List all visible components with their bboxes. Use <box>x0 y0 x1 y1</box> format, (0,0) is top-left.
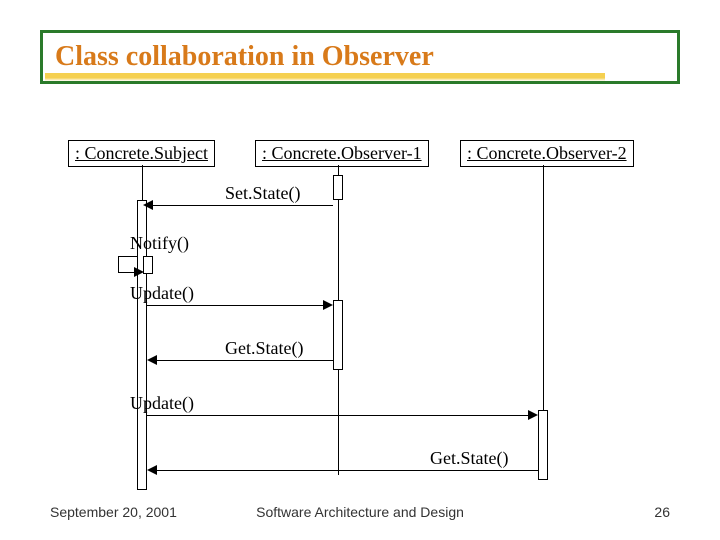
activation-subject-notify <box>143 256 153 274</box>
page-title: Class collaboration in Observer <box>55 41 665 73</box>
arrowhead-notify <box>134 267 144 277</box>
activation-observer2-update <box>538 410 548 480</box>
arrowhead-getstate1 <box>147 355 157 365</box>
activation-observer1-update <box>333 300 343 370</box>
activation-observer1-init <box>333 175 343 200</box>
arrowhead-update1 <box>323 300 333 310</box>
arrowhead-update2 <box>528 410 538 420</box>
arrow-getstate2 <box>157 470 538 471</box>
footer-center: Software Architecture and Design <box>0 504 720 520</box>
actor-subject: : Concrete.Subject <box>68 140 215 167</box>
footer-page: 26 <box>654 504 670 520</box>
arrow-setstate <box>153 205 333 206</box>
arrow-update2 <box>147 415 528 416</box>
arrowhead-setstate <box>143 200 153 210</box>
msg-setstate: Set.State() <box>225 183 300 204</box>
msg-update1: Update() <box>130 283 194 304</box>
notify-side <box>118 256 119 272</box>
actor-observer1: : Concrete.Observer-1 <box>255 140 429 167</box>
arrow-getstate1 <box>157 360 333 361</box>
arrowhead-getstate2 <box>147 465 157 475</box>
title-container: Class collaboration in Observer <box>40 30 680 84</box>
actor-observer2: : Concrete.Observer-2 <box>460 140 634 167</box>
msg-update2: Update() <box>130 393 194 414</box>
msg-getstate1: Get.State() <box>225 338 303 359</box>
msg-getstate2: Get.State() <box>430 448 508 469</box>
title-underline <box>45 73 605 81</box>
notify-top <box>118 256 138 257</box>
arrow-update1 <box>147 305 323 306</box>
msg-notify: Notify() <box>130 233 189 254</box>
